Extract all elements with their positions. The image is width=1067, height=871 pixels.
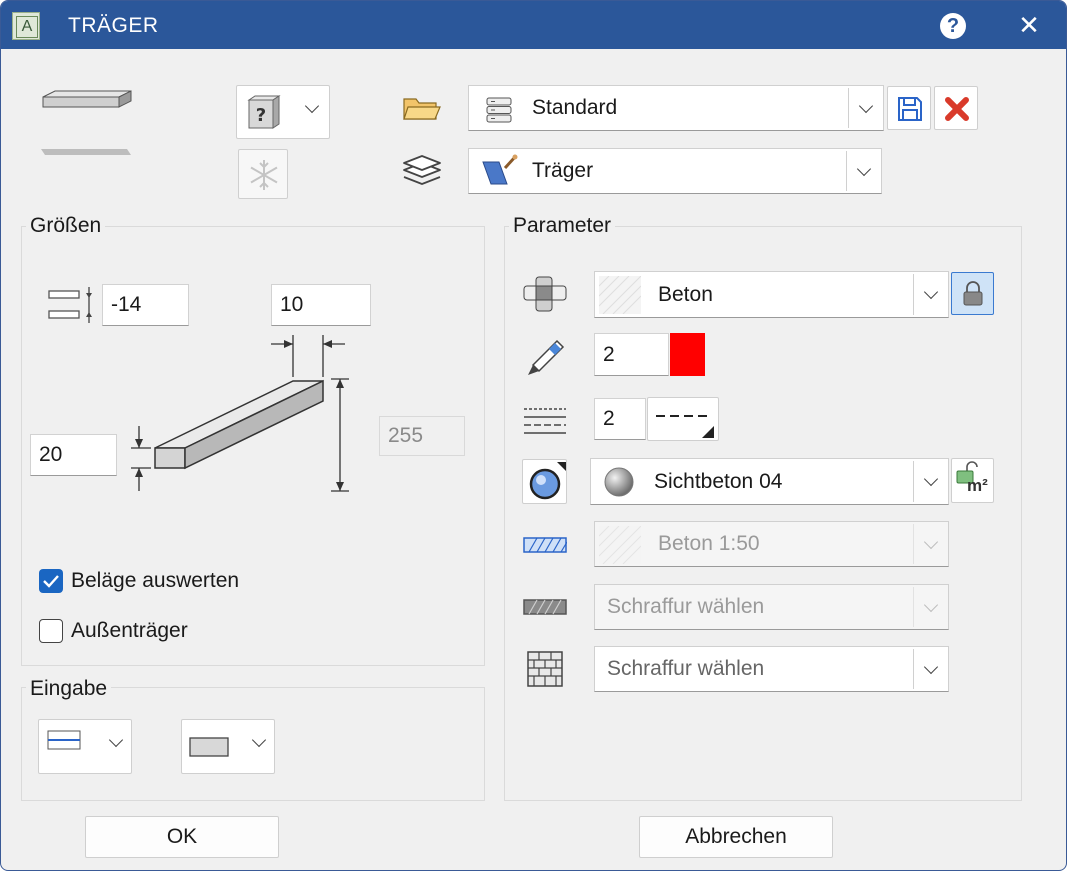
concrete-swatch-icon xyxy=(599,276,641,314)
height-input[interactable]: 20 xyxy=(30,434,117,476)
chevron-down-icon xyxy=(923,597,939,612)
cancel-button[interactable]: Abbrechen xyxy=(639,816,833,858)
title-bar: A TRÄGER ? ✕ xyxy=(1,1,1066,49)
beam-top-view-icon xyxy=(47,730,81,750)
chevron-down-icon xyxy=(923,284,939,300)
gray-sphere-icon xyxy=(604,467,634,497)
chevron-down-icon xyxy=(923,471,939,487)
dialog-window: A TRÄGER ? ✕ ? Standard Träger Größen -1… xyxy=(0,0,1067,871)
floppy-disk-icon xyxy=(898,97,922,121)
surface-sphere-icon xyxy=(529,462,566,500)
window-title: TRÄGER xyxy=(68,14,159,37)
hatch-view-arrow[interactable] xyxy=(913,649,948,689)
folder-open-icon xyxy=(403,98,441,120)
chevron-down-icon xyxy=(856,161,872,176)
material-combo[interactable]: Beton xyxy=(594,271,949,318)
linetype-icon xyxy=(524,408,566,434)
parameter-label: Parameter xyxy=(509,214,616,238)
checkmark-icon xyxy=(43,575,59,588)
layer-value: Träger xyxy=(532,159,594,182)
hatch-section-arrow xyxy=(913,587,948,627)
app-icon: A xyxy=(12,12,40,40)
hatch-material-value: Beton 1:50 xyxy=(658,532,760,555)
beam-dimension-diagram xyxy=(131,335,349,492)
layer-combo[interactable]: Träger xyxy=(468,148,882,194)
hatch-view-value: Schraffur wählen xyxy=(607,657,765,680)
unknown-style-cube-icon: ? xyxy=(247,95,281,129)
linetype-picker[interactable] xyxy=(647,397,719,441)
eingabe-label: Eingabe xyxy=(26,677,112,701)
rectangle-shape-icon xyxy=(189,737,229,757)
area-unit-badge: m² xyxy=(967,476,988,495)
beam-2d-preview-icon xyxy=(41,149,131,155)
chevron-down-icon xyxy=(108,732,124,748)
chevron-down-icon xyxy=(251,732,267,748)
database-icon xyxy=(486,97,512,123)
profile-combo[interactable]: Standard xyxy=(468,85,884,131)
help-icon[interactable]: ? xyxy=(940,13,966,39)
lock-icon xyxy=(963,281,983,306)
length-readonly: 255 xyxy=(379,416,465,456)
hatch-section-combo: Schraffur wählen xyxy=(594,584,949,630)
concrete-swatch-icon xyxy=(599,526,641,564)
style-dropdown[interactable]: ? xyxy=(236,85,330,139)
ok-button[interactable]: OK xyxy=(85,816,279,858)
close-icon[interactable]: ✕ xyxy=(1015,9,1043,41)
profile-value: Standard xyxy=(532,96,618,119)
width-input[interactable]: 10 xyxy=(271,284,371,326)
pen-color-swatch[interactable] xyxy=(670,333,705,376)
aussen-label[interactable]: Außenträger xyxy=(71,619,188,643)
belaege-checkbox[interactable] xyxy=(39,569,63,593)
surface-button[interactable] xyxy=(522,459,567,504)
layer-brush-icon xyxy=(482,154,518,185)
dashed-line-icon xyxy=(656,415,714,438)
hatch-section-value: Schraffur wählen xyxy=(607,595,765,618)
linetype-number-input[interactable]: 2 xyxy=(594,398,646,440)
delete-button[interactable] xyxy=(934,86,978,130)
surface-value: Sichtbeton 04 xyxy=(654,469,783,493)
hatch-material-combo: Beton 1:50 xyxy=(594,521,949,567)
offset-input[interactable]: -14 xyxy=(102,284,189,326)
aussen-checkbox[interactable] xyxy=(39,619,63,643)
gray-hatch-icon xyxy=(523,599,567,615)
delete-x-icon xyxy=(945,97,969,121)
material-lock-toggle[interactable] xyxy=(951,272,994,315)
surface-combo-arrow[interactable] xyxy=(913,461,948,502)
freeze-button[interactable] xyxy=(238,149,288,199)
input-shape-dropdown[interactable] xyxy=(181,719,275,774)
chevron-down-icon xyxy=(304,98,320,114)
save-button[interactable] xyxy=(887,86,931,130)
chevron-down-icon xyxy=(858,98,874,113)
belaege-label[interactable]: Beläge auswerten xyxy=(71,569,239,593)
blue-hatch-icon xyxy=(523,537,567,553)
surface-area-lock-toggle[interactable]: m² xyxy=(951,458,994,503)
input-mode-dropdown[interactable] xyxy=(38,719,132,774)
chevron-down-icon xyxy=(923,659,939,674)
hatch-material-arrow xyxy=(913,524,948,564)
hatch-view-combo[interactable]: Schraffur wählen xyxy=(594,646,949,692)
brick-wall-icon xyxy=(527,651,563,687)
pen-icon xyxy=(528,339,565,375)
material-combo-arrow[interactable] xyxy=(913,274,948,315)
pen-number-input[interactable]: 2 xyxy=(594,333,669,376)
layers-icon xyxy=(403,155,441,185)
groessen-label: Größen xyxy=(26,214,106,238)
layer-combo-arrow[interactable] xyxy=(846,151,881,191)
svg-text:?: ? xyxy=(256,105,266,126)
material-building-icon xyxy=(523,276,567,312)
surface-combo[interactable]: Sichtbeton 04 xyxy=(590,458,949,505)
chevron-down-icon xyxy=(923,534,939,549)
offset-icon xyxy=(48,287,92,323)
beam-3d-preview-icon xyxy=(42,90,132,108)
profile-combo-arrow[interactable] xyxy=(848,88,883,128)
material-value: Beton xyxy=(658,282,713,306)
snowflake-icon xyxy=(250,160,278,190)
